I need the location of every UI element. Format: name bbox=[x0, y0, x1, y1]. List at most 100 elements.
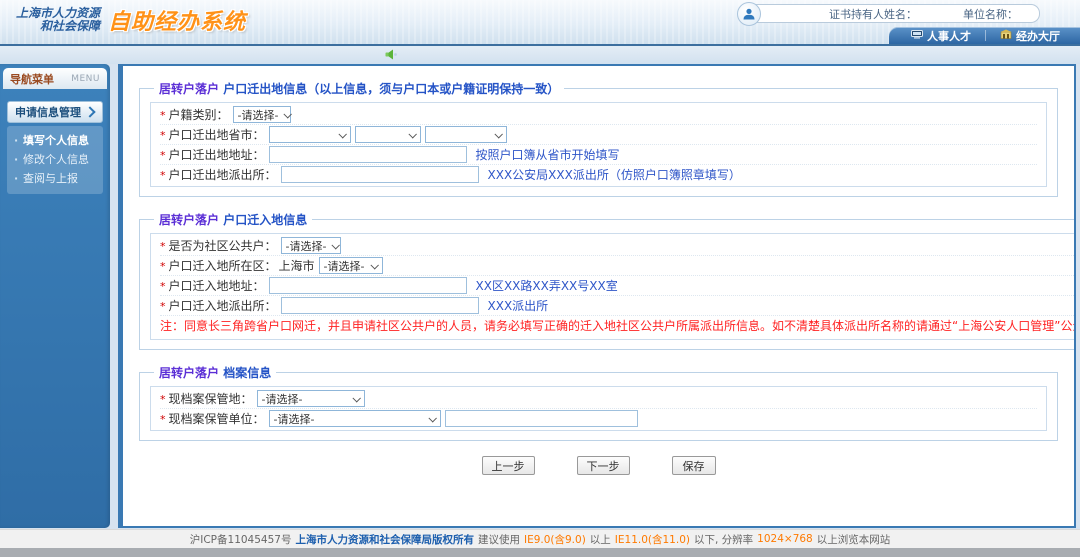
browser-advice-prefix: 建议使用 bbox=[477, 533, 520, 546]
section-tag: 居转户落户 bbox=[159, 213, 220, 227]
section-title: 户口迁入地信息 bbox=[223, 213, 308, 227]
section-archive-info: 居转户落户 档案信息 现档案保管地： -请选择- 现档案保管单位： bbox=[139, 364, 1058, 441]
move-out-district-select[interactable] bbox=[424, 126, 507, 143]
move-out-city-label: 户口迁出地省市： bbox=[160, 126, 265, 143]
app-window: 上海市人力资源 和社会保障 自助经办系统 证书持有人姓名： 单位名称： 人事人才… bbox=[0, 0, 1080, 557]
archive-place-select[interactable]: -请选择- bbox=[256, 390, 365, 407]
chevron-down-icon bbox=[351, 393, 361, 403]
community-household-select[interactable]: -请选择- bbox=[280, 237, 341, 254]
logo-product-name: 自助经办系统 bbox=[108, 10, 247, 35]
chevron-down-icon bbox=[369, 260, 379, 270]
section-title: 档案信息 bbox=[223, 366, 272, 380]
content-panel: 居转户落户 户口迁出地信息（以上信息，须与户口本或户籍证明保持一致） 户籍类别：… bbox=[118, 64, 1076, 528]
chevron-down-icon bbox=[407, 129, 417, 139]
archive-place-label: 现档案保管地： bbox=[160, 390, 253, 407]
row-move-in-address: 户口迁入地地址： XX区XX路XX弄XX号XX室 bbox=[160, 276, 1074, 296]
sidebar-header: 导航菜单 MENU bbox=[3, 68, 107, 89]
section-move-out-info: 居转户落户 户口迁出地信息（以上信息，须与户口本或户籍证明保持一致） 户籍类别：… bbox=[139, 80, 1058, 197]
sidebar-submenu: 填写个人信息 修改个人信息 查阅与上报 bbox=[7, 126, 103, 194]
hukou-type-label: 户籍类别： bbox=[160, 106, 229, 123]
main-area: 导航菜单 MENU 申请信息管理 填写个人信息 修改个人信息 查阅与上报 居转户… bbox=[0, 64, 1080, 530]
community-household-label: 是否为社区公共户： bbox=[160, 237, 277, 254]
chevron-right-icon bbox=[84, 106, 96, 118]
row-move-out-police-station: 户口迁出地派出所： XXX公安局XXX派出所（仿照户口簿照章填写） bbox=[160, 165, 1037, 184]
tab-label: 人事人才 bbox=[927, 29, 971, 43]
section-rows: 户籍类别： -请选择- 户口迁出地省市： bbox=[150, 102, 1047, 187]
personnel-tab-icon bbox=[911, 29, 923, 42]
sidebar: 导航菜单 MENU 申请信息管理 填写个人信息 修改个人信息 查阅与上报 bbox=[0, 64, 110, 528]
move-in-district-select[interactable]: -请选择- bbox=[318, 257, 383, 274]
tab-divider bbox=[985, 30, 986, 41]
unit-name-label: 单位名称： bbox=[963, 7, 1018, 21]
section-legend: 居转户落户 档案信息 bbox=[154, 364, 276, 381]
logo-org-name: 上海市人力资源 和社会保障 bbox=[16, 7, 100, 33]
row-community-household: 是否为社区公共户： -请选择- bbox=[160, 236, 1074, 256]
move-in-police-station-hint: XXX派出所 bbox=[487, 299, 549, 313]
sidebar-item-review-and-report[interactable]: 查阅与上报 bbox=[7, 169, 103, 188]
move-out-address-input[interactable] bbox=[268, 146, 467, 163]
tab-personnel-talent[interactable]: 人事人才 bbox=[903, 28, 979, 44]
move-out-city-select[interactable] bbox=[354, 126, 421, 143]
section-rows: 现档案保管地： -请选择- 现档案保管单位： -请选择- bbox=[150, 386, 1047, 431]
archive-unit-label: 现档案保管单位： bbox=[160, 410, 265, 427]
tab-service-hall[interactable]: 经办大厅 bbox=[992, 28, 1068, 44]
sub-header-band bbox=[0, 46, 1080, 64]
user-icon bbox=[737, 2, 761, 26]
panel-toggle-icon[interactable] bbox=[385, 49, 398, 60]
row-move-out-province-city: 户口迁出地省市： bbox=[160, 125, 1037, 145]
row-move-in-district: 户口迁入地所在区： 上海市 -请选择- bbox=[160, 256, 1074, 276]
sidebar-group-application-info[interactable]: 申请信息管理 bbox=[7, 101, 103, 123]
row-move-in-police-station: 户口迁入地派出所： XXX派出所 bbox=[160, 296, 1074, 316]
section-move-in-info: 居转户落户 户口迁入地信息 是否为社区公共户： -请选择- 户口迁入地所在区： … bbox=[139, 211, 1076, 350]
hukou-type-select[interactable]: -请选择- bbox=[232, 106, 293, 123]
next-step-button[interactable]: 下一步 bbox=[576, 456, 630, 475]
browser-advice-mid1: 以上 bbox=[589, 533, 611, 546]
sidebar-item-fill-personal-info[interactable]: 填写个人信息 bbox=[7, 131, 103, 150]
chevron-down-icon bbox=[337, 129, 347, 139]
section-rows: 是否为社区公共户： -请选择- 户口迁入地所在区： 上海市 -请选择- bbox=[150, 233, 1076, 340]
browser-advice-suffix: 以上浏览本网站 bbox=[816, 533, 891, 546]
form-actions: 上一步 下一步 保存 bbox=[123, 456, 1074, 475]
recommended-resolution: 1024×768 bbox=[757, 533, 813, 545]
select-value: -请选择- bbox=[261, 392, 303, 406]
archive-unit-select[interactable]: -请选择- bbox=[268, 410, 441, 427]
row-archive-place: 现档案保管地： -请选择- bbox=[160, 389, 1037, 409]
move-out-police-station-input[interactable] bbox=[280, 166, 479, 183]
select-value: -请选择- bbox=[237, 108, 279, 122]
browser-advice-mid2: 以下, 分辨率 bbox=[693, 533, 754, 546]
move-in-police-station-input[interactable] bbox=[280, 297, 479, 314]
hall-tab-icon bbox=[1000, 29, 1012, 42]
chevron-down-icon bbox=[331, 240, 341, 250]
top-tabs: 人事人才 经办大厅 bbox=[889, 27, 1080, 44]
section-legend: 居转户落户 户口迁入地信息 bbox=[154, 211, 312, 228]
section-tag: 居转户落户 bbox=[159, 82, 220, 96]
move-in-address-label: 户口迁入地地址： bbox=[160, 277, 265, 294]
move-out-province-select[interactable] bbox=[268, 126, 351, 143]
row-archive-unit: 现档案保管单位： -请选择- bbox=[160, 409, 1037, 428]
sidebar-item-modify-personal-info[interactable]: 修改个人信息 bbox=[7, 150, 103, 169]
archive-unit-input[interactable] bbox=[444, 410, 638, 427]
save-button[interactable]: 保存 bbox=[671, 456, 716, 475]
header: 上海市人力资源 和社会保障 自助经办系统 证书持有人姓名： 单位名称： 人事人才… bbox=[0, 0, 1080, 46]
move-in-address-hint: XX区XX路XX弄XX号XX室 bbox=[475, 279, 618, 293]
chevron-down-icon bbox=[283, 109, 293, 119]
section-tag: 居转户落户 bbox=[159, 366, 220, 380]
move-in-note: 注：同意长三角跨省户口网迁，并且申请社区公共户的人员，请务必填写正确的迁入地社区… bbox=[160, 319, 1076, 333]
copyright-link[interactable]: 上海市人力资源和社会保障局版权所有 bbox=[295, 532, 474, 547]
move-in-city-static: 上海市 bbox=[278, 259, 315, 273]
logo-line2: 和社会保障 bbox=[40, 19, 101, 33]
select-value: -请选择- bbox=[323, 259, 365, 273]
move-out-address-label: 户口迁出地地址： bbox=[160, 146, 265, 163]
previous-step-button[interactable]: 上一步 bbox=[481, 456, 535, 475]
row-move-out-address: 户口迁出地地址： 按照户口簿从省市开始填写 bbox=[160, 145, 1037, 165]
tab-label: 经办大厅 bbox=[1016, 29, 1060, 43]
app-logo: 上海市人力资源 和社会保障 自助经办系统 bbox=[16, 4, 246, 36]
move-in-address-input[interactable] bbox=[268, 277, 467, 294]
menu-tag: MENU bbox=[71, 73, 100, 84]
select-value: -请选择- bbox=[285, 239, 327, 253]
footer: 沪ICP备11045457号 上海市人力资源和社会保障局版权所有 建议使用 IE… bbox=[0, 529, 1080, 548]
move-out-address-hint: 按照户口簿从省市开始填写 bbox=[475, 148, 620, 162]
icp-number: 沪ICP备11045457号 bbox=[189, 533, 292, 546]
move-in-district-label: 户口迁入地所在区： bbox=[160, 257, 277, 274]
cert-holder-label: 证书持有人姓名： bbox=[829, 7, 917, 21]
